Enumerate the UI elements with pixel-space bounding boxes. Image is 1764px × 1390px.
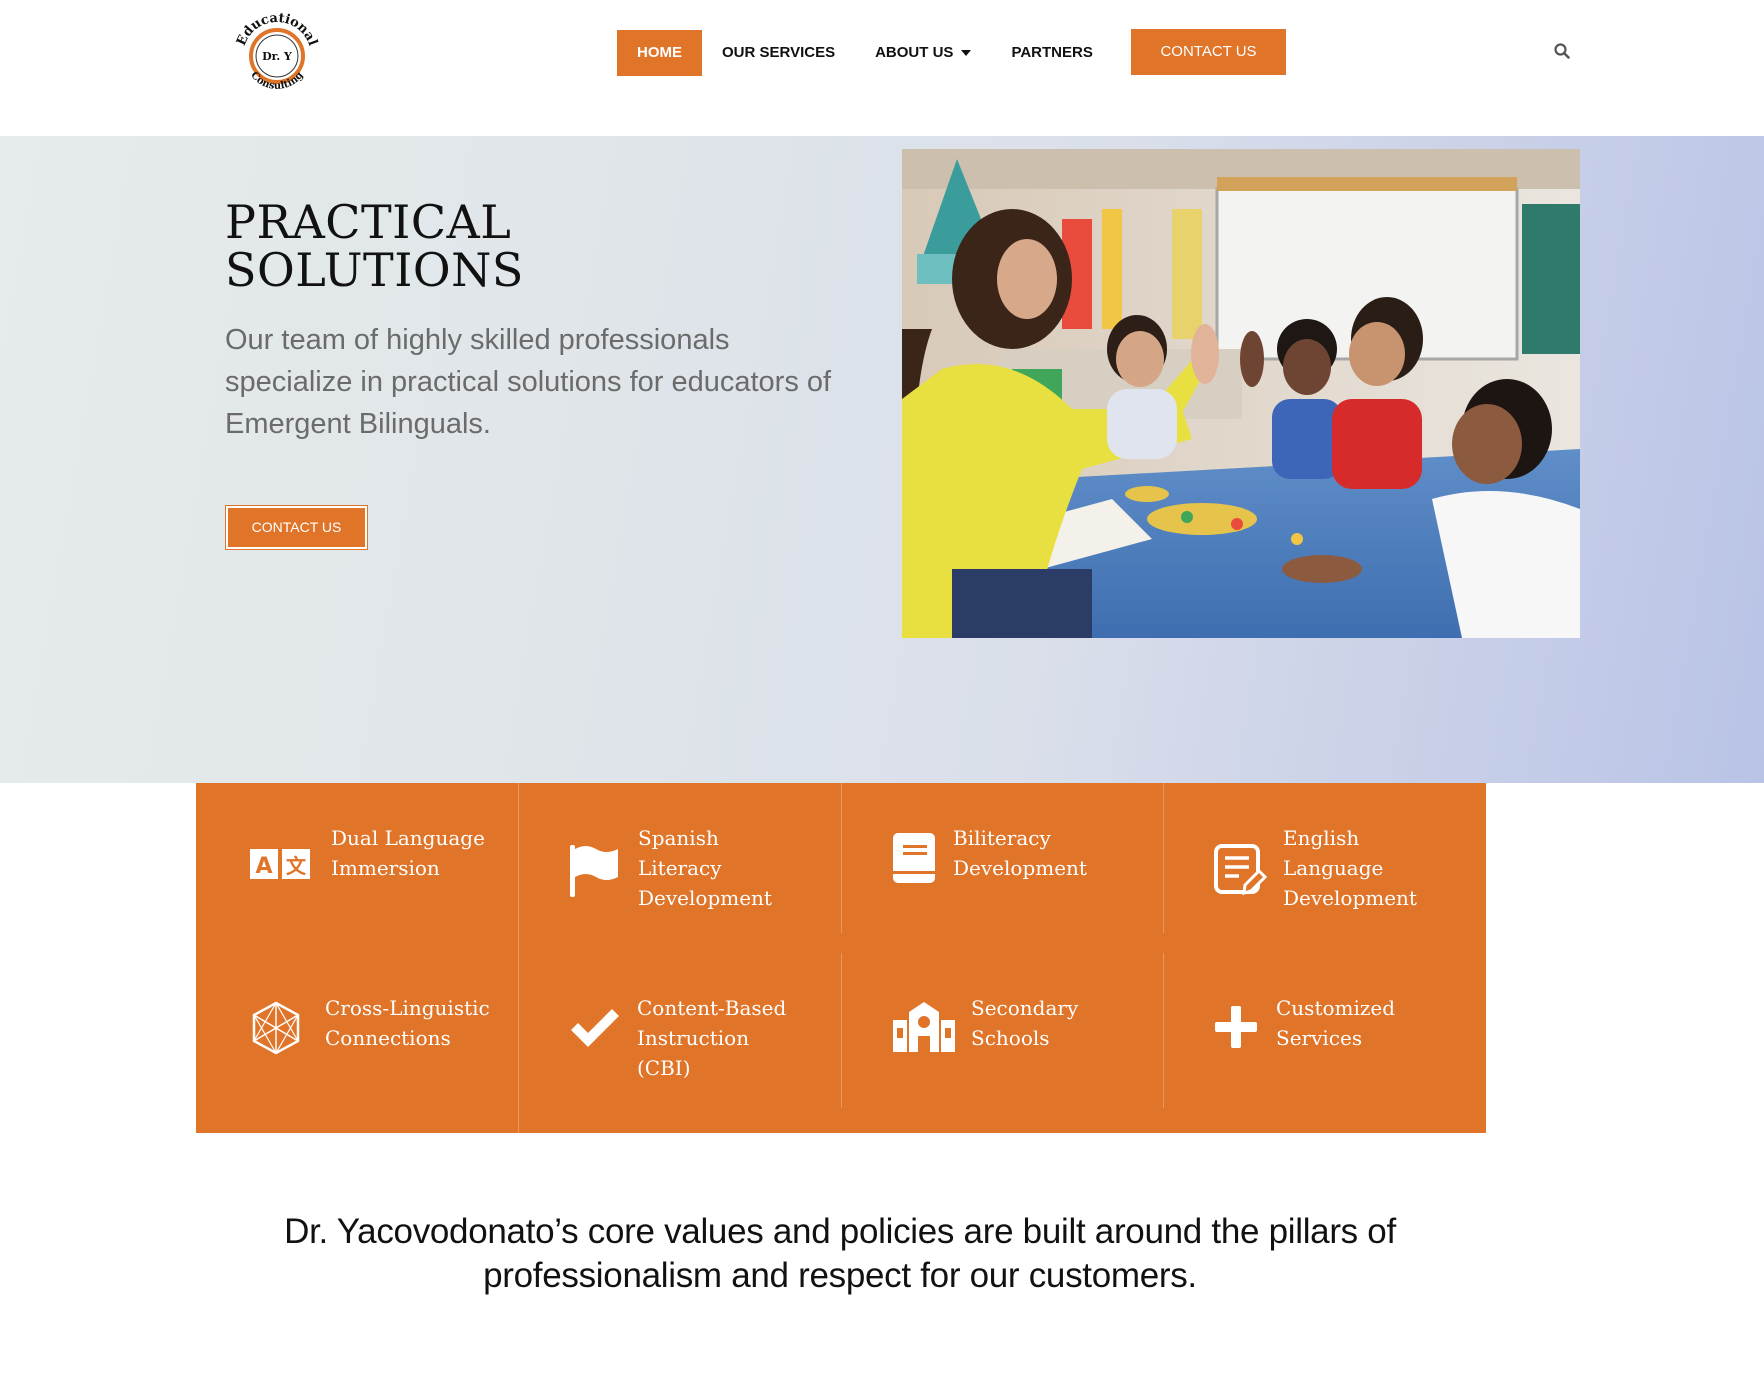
nav-item-partners[interactable]: PARTNERS bbox=[991, 30, 1112, 76]
hero-contact-button[interactable]: CONTACT US bbox=[225, 505, 368, 550]
service-customized[interactable]: Customized Services bbox=[1163, 958, 1485, 1133]
service-label: Spanish Literacy Development bbox=[638, 826, 772, 910]
service-content-based[interactable]: Content-Based Instruction (CBI) bbox=[518, 958, 840, 1133]
service-secondary-schools[interactable]: Secondary Schools bbox=[841, 958, 1163, 1133]
nav-item-about-us[interactable]: ABOUT US bbox=[855, 30, 991, 76]
plus-icon bbox=[1213, 1004, 1275, 1066]
flag-icon bbox=[568, 843, 630, 905]
hero-section: PRACTICAL SOLUTIONS Our team of highly s… bbox=[0, 136, 1764, 783]
logo-center-text: Dr. Y bbox=[262, 50, 292, 63]
service-label: Secondary Schools bbox=[971, 996, 1079, 1050]
service-label: English Language Development bbox=[1283, 826, 1417, 910]
service-english-language[interactable]: English Language Development bbox=[1163, 783, 1485, 958]
hero-subtitle: Our team of highly skilled professionals… bbox=[225, 324, 832, 440]
translate-icon: A 文 bbox=[248, 833, 310, 895]
logo[interactable]: Educational Dr. Y Consulting bbox=[231, 8, 323, 104]
check-icon bbox=[568, 1006, 630, 1068]
nav-item-home[interactable]: HOME bbox=[617, 30, 702, 76]
core-values-text: Dr. Yacovodonato’s core values and polic… bbox=[284, 1212, 1396, 1295]
school-icon bbox=[891, 1000, 955, 1062]
service-cross-linguistic[interactable]: Cross-Linguistic Connections bbox=[196, 958, 518, 1133]
service-dual-language[interactable]: A 文 Dual Language Immersion bbox=[196, 783, 518, 958]
chevron-down-icon bbox=[961, 50, 972, 57]
main-nav: HOME OUR SERVICES ABOUT US PARTNERS bbox=[617, 30, 1113, 76]
document-edit-icon bbox=[1213, 843, 1275, 905]
header-contact-button[interactable]: CONTACT US bbox=[1131, 29, 1286, 75]
classroom-photo bbox=[902, 149, 1580, 638]
hero-title-line2: SOLUTIONS bbox=[225, 243, 524, 297]
service-label: Customized Services bbox=[1276, 996, 1396, 1050]
service-label: Dual Language Immersion bbox=[331, 826, 485, 880]
nav-item-about-us-label: ABOUT US bbox=[875, 44, 954, 61]
hero-title-line1: PRACTICAL bbox=[225, 195, 512, 249]
site-header: Educational Dr. Y Consulting HOME OUR SE… bbox=[0, 0, 1764, 136]
service-spanish-literacy[interactable]: Spanish Literacy Development bbox=[518, 783, 840, 958]
service-label: Biliteracy Development bbox=[953, 826, 1087, 880]
services-grid: A 文 Dual Language Immersion Spanish Lite… bbox=[196, 783, 1486, 1133]
service-label: Cross-Linguistic Connections bbox=[325, 996, 490, 1050]
svg-text:文: 文 bbox=[286, 854, 307, 878]
hero-title: PRACTICAL SOLUTIONS bbox=[225, 198, 725, 294]
search-icon[interactable] bbox=[1553, 42, 1571, 60]
book-icon bbox=[891, 831, 953, 893]
network-icon bbox=[248, 1000, 310, 1062]
service-label: Content-Based Instruction (CBI) bbox=[637, 996, 787, 1080]
service-biliteracy[interactable]: Biliteracy Development bbox=[841, 783, 1163, 958]
nav-item-our-services[interactable]: OUR SERVICES bbox=[702, 30, 855, 76]
svg-text:A: A bbox=[255, 854, 272, 879]
